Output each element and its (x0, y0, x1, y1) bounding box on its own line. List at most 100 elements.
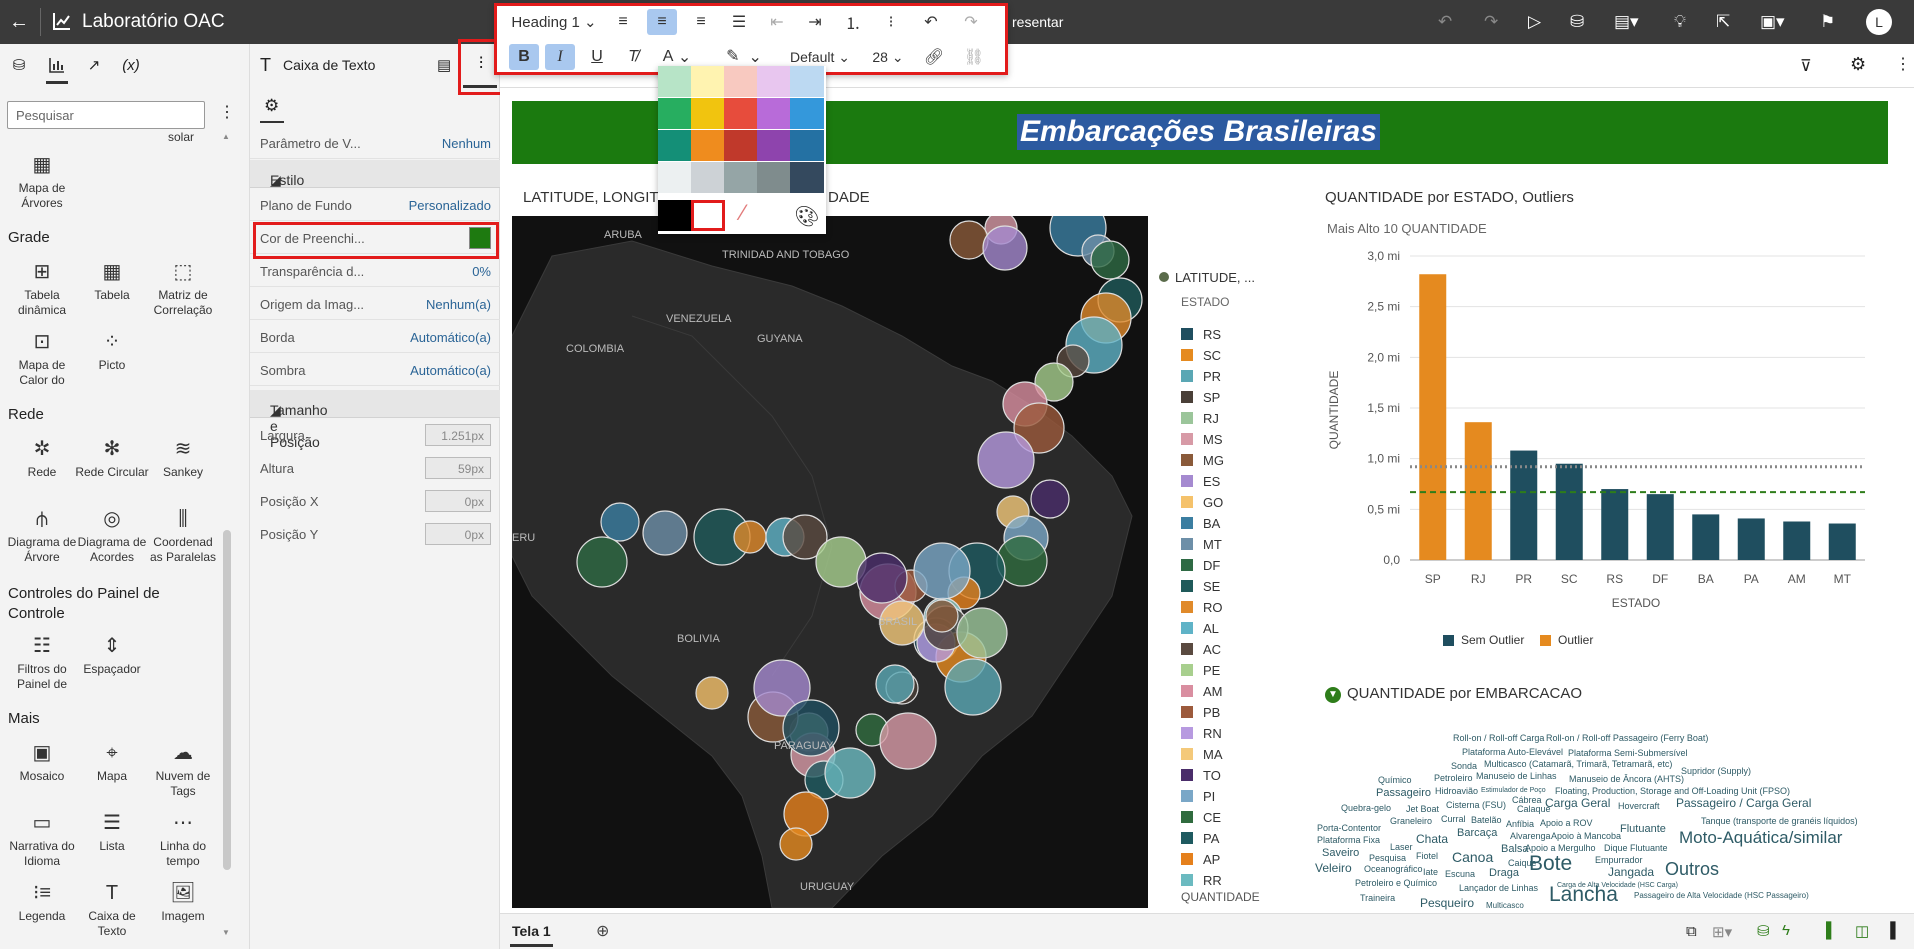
word-cloud-term[interactable]: Chata (1416, 832, 1448, 846)
scrollbar[interactable]: ▲ ▼ (222, 130, 231, 940)
unlink-icon[interactable]: ⛓︎ (959, 44, 989, 70)
word-cloud-term[interactable]: Draga (1489, 867, 1519, 879)
prop-row-parametro[interactable]: Parâmetro de V... Nenhum (250, 126, 501, 159)
numbered-list-icon[interactable]: ⒈ (839, 9, 867, 35)
word-cloud-term[interactable]: Manuseio de Linhas (1476, 771, 1557, 781)
color-swatch[interactable] (757, 130, 791, 161)
redo-icon[interactable]: ↷ (957, 9, 985, 35)
viz-mapa[interactable]: ⌖ Mapa (75, 741, 149, 784)
word-cloud-term[interactable]: Jet Boat (1406, 804, 1439, 814)
section-tamanho-posicao[interactable]: ◢ Tamanho e Posição (250, 390, 501, 450)
prop-row-sombra[interactable]: Sombra Automático(a) (250, 353, 501, 386)
map-bubble[interactable] (956, 607, 1008, 659)
word-cloud-term[interactable]: Químico (1378, 775, 1412, 785)
link-icon[interactable]: 🔗︎ (919, 44, 949, 70)
color-swatch[interactable] (691, 162, 725, 193)
insight-bulb-icon[interactable]: 💡︎ (1674, 10, 1686, 34)
word-cloud-term[interactable]: Lançador de Linhas (1459, 883, 1538, 893)
word-cloud-term[interactable]: Sonda (1451, 761, 1477, 771)
viz-matriz-correlacao[interactable]: ⬚ Matriz de Correlação (146, 260, 220, 318)
word-cloud-term[interactable]: Curral (1441, 814, 1466, 824)
more-options-icon[interactable]: ⋮ (219, 102, 235, 122)
viz-espacador[interactable]: ⇕ Espaçador (75, 634, 149, 677)
word-cloud-term[interactable]: Barcaça (1457, 827, 1497, 839)
color-swatch[interactable] (724, 130, 758, 161)
color-swatch[interactable] (658, 162, 692, 193)
viz-nuvem-tags[interactable]: ☁ Nuvem de Tags (146, 741, 220, 799)
word-cloud-term[interactable]: Floating, Production, Storage and Off-Lo… (1555, 786, 1790, 796)
word-cloud-term[interactable]: Pesqueiro (1420, 896, 1474, 910)
map-bubble[interactable] (779, 827, 813, 861)
more-options-icon[interactable]: ⋮ (1895, 54, 1911, 74)
word-cloud-term[interactable]: Canoa (1452, 849, 1493, 865)
map-bubble[interactable] (856, 552, 908, 604)
word-cloud-term[interactable]: Iate (1423, 867, 1438, 877)
no-color-icon[interactable]: ⁄ (726, 200, 760, 231)
map-bubble[interactable] (1030, 479, 1070, 519)
word-cloud-term[interactable]: Plataforma Semi-Submersível (1568, 748, 1688, 758)
word-cloud-term[interactable]: Oceanográfico (1364, 864, 1423, 874)
data-refresh-icon[interactable]: ⛁ (1570, 10, 1584, 34)
color-swatch[interactable] (757, 98, 791, 129)
word-cloud-term[interactable]: Batelão (1471, 815, 1502, 825)
word-cloud-term[interactable]: Plataforma Auto-Elevável (1462, 747, 1563, 757)
bar[interactable] (1828, 523, 1856, 560)
filter-icon[interactable]: ⊽ (1800, 56, 1812, 76)
data-icon[interactable]: ⛁ (8, 54, 30, 76)
viz-tabela-dinamica[interactable]: ⊞ Tabela dinâmica (5, 260, 79, 318)
map-visualization[interactable]: ARUBA TRINIDAD AND TOBAGO VENEZUELA GUYANA C… (511, 199, 1148, 909)
word-cloud-term[interactable]: Estimulador de Poço (1481, 787, 1546, 794)
viz-mosaico[interactable]: ▣ Mosaico (5, 741, 79, 784)
search-input[interactable]: Pesquisar (7, 101, 205, 129)
word-cloud-term[interactable]: Balsa (1501, 843, 1529, 855)
export-icon[interactable]: ⇱ (1716, 10, 1730, 34)
data-icon[interactable]: ⛁ (1757, 922, 1770, 940)
word-cloud-term[interactable]: Alvarenga (1510, 831, 1551, 841)
heading-select[interactable]: Heading 1 ⌄ (507, 9, 601, 35)
visualizations-icon[interactable] (46, 54, 68, 76)
map-bubble[interactable] (695, 676, 729, 710)
color-swatch-white[interactable] (691, 200, 725, 231)
map-bubble[interactable] (977, 431, 1035, 489)
word-cloud-term[interactable]: Petroleiro (1434, 773, 1473, 783)
split-panel-toggle-icon[interactable]: ◫ (1855, 922, 1869, 940)
justify-icon[interactable]: ☰ (725, 9, 753, 35)
word-cloud-term[interactable]: Flutuante (1620, 823, 1666, 835)
word-cloud-term[interactable]: Fiotel (1416, 851, 1438, 861)
position-y-field[interactable]: 0px (425, 523, 491, 545)
bar[interactable] (1737, 518, 1765, 560)
play-icon[interactable]: ▷ (1528, 10, 1541, 34)
align-center-icon[interactable]: ≡ (647, 9, 677, 35)
viz-diagrama-acordes[interactable]: ◎ Diagrama de Acordes (75, 507, 149, 565)
custom-color-palette-icon[interactable]: 🎨︎ (790, 204, 824, 235)
map-bubble[interactable] (982, 225, 1028, 271)
present-label[interactable]: resentar (1012, 14, 1063, 30)
word-cloud-term[interactable]: Multicasco (1486, 901, 1524, 910)
word-cloud-term[interactable]: Porta-Contentor (1317, 823, 1381, 833)
layout-icon[interactable]: ⧉ (1686, 923, 1697, 940)
map-bubble[interactable] (733, 520, 767, 554)
color-swatch-black[interactable] (658, 200, 692, 231)
map-canvas[interactable]: ARUBA TRINIDAD AND TOBAGO VENEZUELA GUYANA C… (511, 199, 1148, 909)
color-swatch[interactable] (757, 162, 791, 193)
map-bubble[interactable] (824, 747, 876, 799)
bookmark-icon[interactable]: ⚑ (1820, 10, 1835, 34)
word-cloud-term[interactable]: Lancha (1549, 883, 1618, 907)
word-cloud-term[interactable]: Plataforma Fixa (1317, 835, 1380, 845)
color-swatch[interactable] (790, 66, 824, 97)
color-swatch[interactable] (724, 98, 758, 129)
scroll-up-icon[interactable]: ▲ (222, 132, 230, 141)
left-panel-toggle-icon[interactable]: ▌ (1826, 922, 1837, 939)
indent-icon[interactable]: ⇥ (801, 9, 829, 35)
calculations-icon[interactable]: (x) (120, 54, 142, 76)
color-swatch[interactable] (691, 98, 725, 129)
map-bubble[interactable] (576, 536, 628, 588)
scrollbar-thumb[interactable] (223, 530, 231, 870)
width-field[interactable]: 1.251px (425, 424, 491, 446)
viz-diagrama-arvore[interactable]: ⫛ Diagrama de Árvore (5, 507, 79, 565)
bar[interactable] (1555, 463, 1583, 560)
clear-format-icon[interactable]: T̸ (619, 44, 647, 70)
map-bubble[interactable] (925, 599, 959, 633)
italic-button[interactable]: I (545, 44, 575, 70)
add-canvas-icon[interactable]: ⊕ (596, 921, 609, 941)
